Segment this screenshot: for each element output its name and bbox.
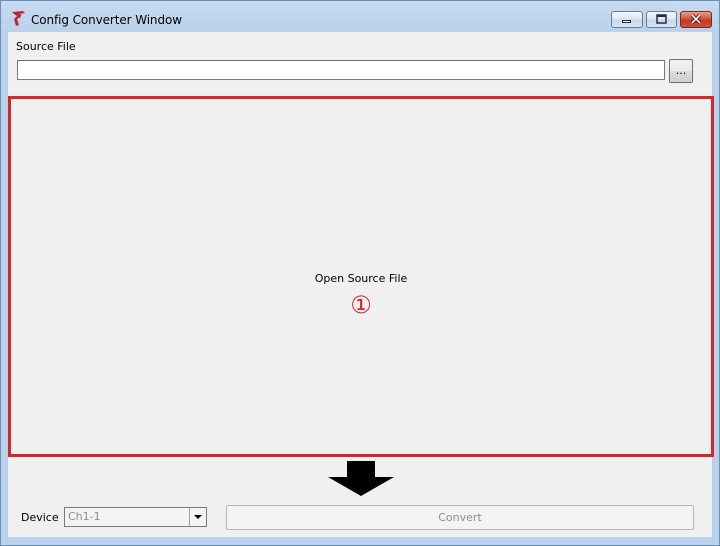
maximize-icon	[656, 14, 667, 24]
source-file-label: Source File	[16, 40, 76, 53]
window-client-area: Source File ... Open Source File ① Devic…	[8, 32, 714, 537]
device-dropdown-button[interactable]	[189, 508, 206, 526]
app-window: Config Converter Window Source File ... …	[0, 0, 720, 546]
device-select[interactable]: Ch1-1	[64, 507, 207, 527]
arrow-down-icon	[328, 461, 394, 496]
device-label: Device	[21, 511, 59, 524]
minimize-button[interactable]	[611, 11, 643, 28]
window-title: Config Converter Window	[31, 13, 182, 27]
app-logo-icon	[12, 11, 25, 26]
close-icon	[690, 13, 702, 25]
title-bar[interactable]: Config Converter Window	[1, 1, 719, 32]
device-selected-value: Ch1-1	[68, 510, 101, 523]
close-button[interactable]	[680, 11, 712, 28]
step-marker: ①	[350, 291, 372, 319]
open-source-file-text: Open Source File	[314, 272, 408, 285]
minimize-icon	[622, 20, 631, 23]
maximize-button[interactable]	[646, 11, 677, 28]
convert-button[interactable]: Convert	[226, 505, 694, 530]
chevron-down-icon	[194, 515, 202, 519]
open-source-file-area[interactable]: Open Source File ①	[8, 96, 714, 457]
browse-button[interactable]: ...	[669, 59, 693, 83]
source-file-input[interactable]	[17, 60, 665, 80]
